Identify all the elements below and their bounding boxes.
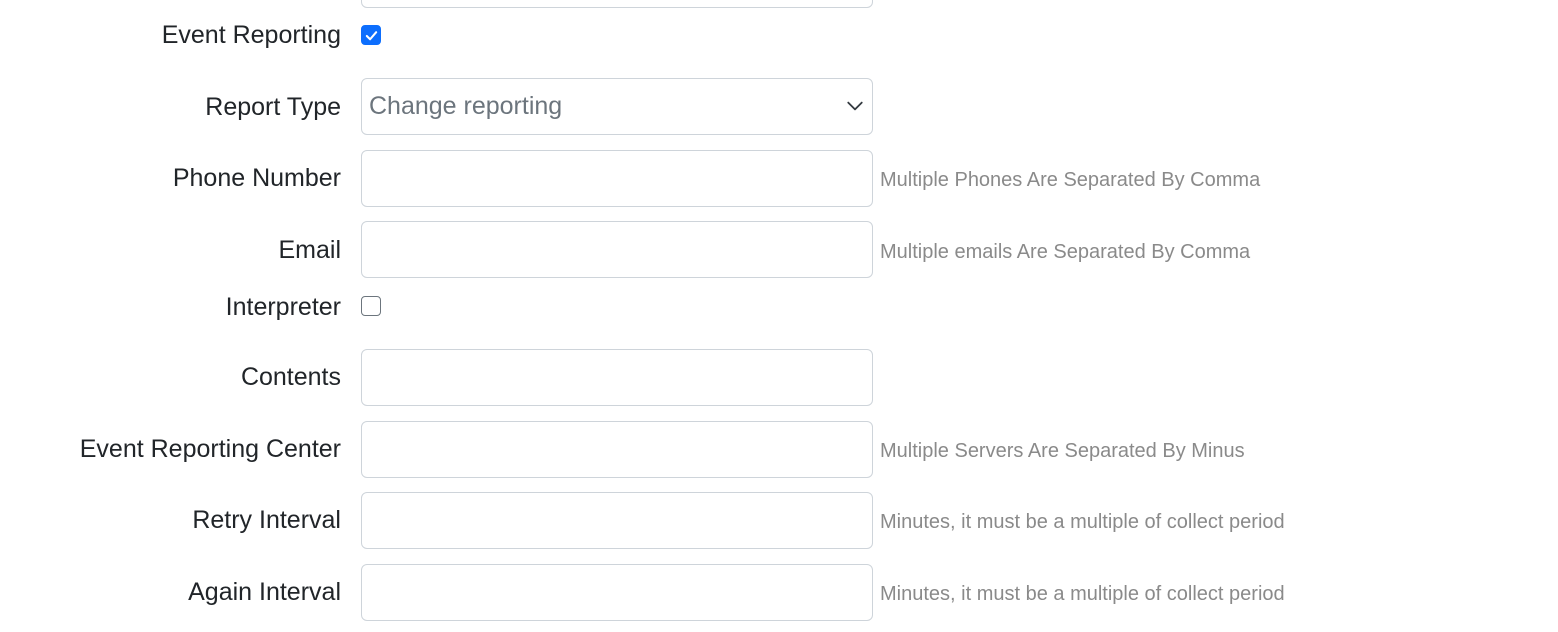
event-reporting-checkbox[interactable] xyxy=(361,25,381,45)
event-reporting-center-input[interactable] xyxy=(362,422,872,477)
again-interval-hint: Minutes, it must be a multiple of collec… xyxy=(880,583,1285,605)
email-field-wrapper xyxy=(361,221,873,278)
event-reporting-center-label: Event Reporting Center xyxy=(79,435,341,463)
retry-interval-field-wrapper xyxy=(361,492,873,549)
contents-field-wrapper xyxy=(361,349,873,406)
again-interval-field-wrapper xyxy=(361,564,873,621)
interpreter-checkbox[interactable] xyxy=(361,296,381,316)
chevron-down-icon xyxy=(847,101,863,111)
previous-field-input[interactable] xyxy=(361,0,873,8)
event-reporting-center-hint: Multiple Servers Are Separated By Minus xyxy=(880,440,1245,462)
report-type-selected-value: Change reporting xyxy=(369,92,563,120)
report-type-select[interactable]: Change reporting xyxy=(361,78,873,135)
email-input[interactable] xyxy=(362,222,872,277)
email-hint: Multiple emails Are Separated By Comma xyxy=(880,241,1251,263)
contents-label: Contents xyxy=(240,363,341,391)
retry-interval-label: Retry Interval xyxy=(192,506,341,534)
again-interval-label: Again Interval xyxy=(188,578,341,606)
phone-number-field-wrapper xyxy=(361,150,873,207)
interpreter-label: Interpreter xyxy=(225,293,341,321)
again-interval-input[interactable] xyxy=(362,565,872,620)
report-type-label: Report Type xyxy=(205,93,341,121)
checkmark-icon xyxy=(365,31,378,41)
phone-number-input[interactable] xyxy=(362,151,872,206)
phone-number-label: Phone Number xyxy=(172,164,341,192)
event-reporting-center-field-wrapper xyxy=(361,421,873,478)
retry-interval-hint: Minutes, it must be a multiple of collec… xyxy=(880,511,1285,533)
email-label: Email xyxy=(278,236,341,264)
phone-number-hint: Multiple Phones Are Separated By Comma xyxy=(880,169,1261,191)
event-reporting-label: Event Reporting xyxy=(161,21,341,49)
retry-interval-input[interactable] xyxy=(362,493,872,548)
contents-input[interactable] xyxy=(362,350,872,405)
